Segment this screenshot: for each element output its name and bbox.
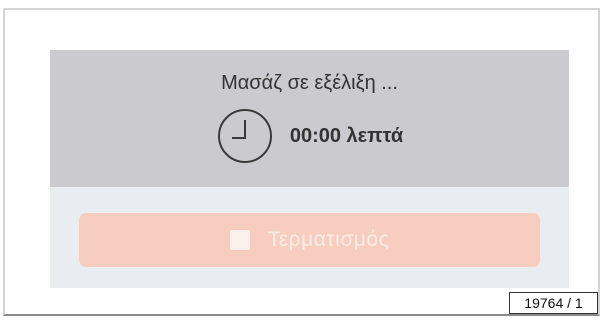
status-title: Μασάζ σε εξέλιξη ... (221, 72, 398, 94)
stop-button[interactable]: Τερματισμός (79, 213, 540, 267)
stop-button-label: Τερματισμός (267, 228, 390, 251)
massage-status-panel: Μασάζ σε εξέλιξη ... 00:00 λεπτά (50, 50, 569, 187)
timer-row: 00:00 λεπτά (50, 107, 569, 165)
reference-label: 19764 / 1 (509, 292, 598, 314)
elapsed-time: 00:00 λεπτά (289, 124, 404, 147)
action-panel: Τερματισμός (50, 187, 569, 288)
stop-square-icon (229, 230, 250, 250)
clock-icon (217, 109, 272, 163)
